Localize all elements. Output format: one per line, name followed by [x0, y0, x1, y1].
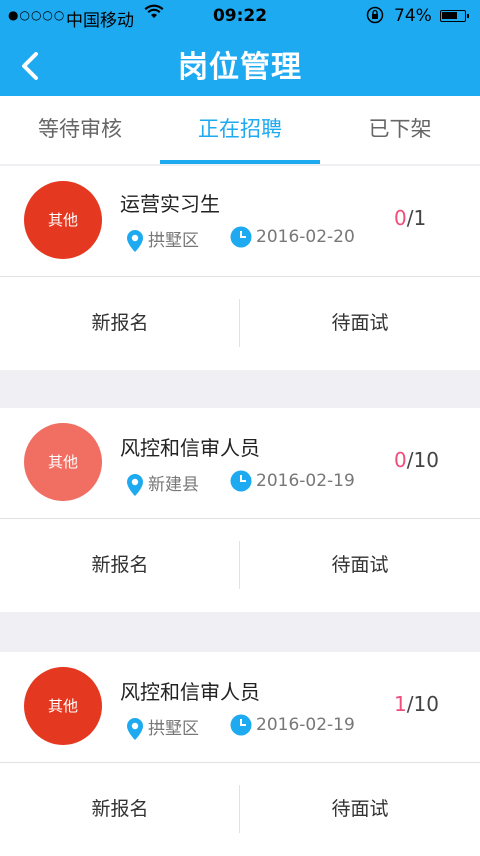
location-pin-icon	[126, 230, 148, 252]
applicant-count: 0/1	[394, 206, 427, 230]
new-applicants-button[interactable]: 新报名	[0, 519, 240, 612]
job-card[interactable]: 其他 运营实习生 拱墅区 2016-02-20 0/1 新报名 待面试	[0, 166, 480, 370]
total-count: 10	[413, 448, 439, 472]
new-applicants-button[interactable]: 新报名	[0, 277, 240, 370]
tab-delisted[interactable]: 已下架	[320, 96, 480, 164]
job-category-badge: 其他	[24, 667, 102, 745]
date-text: 2016-02-19	[256, 715, 355, 735]
date-text: 2016-02-19	[256, 471, 355, 491]
applied-count: 0	[394, 448, 407, 472]
job-title: 运营实习生	[120, 192, 220, 216]
active-tab-indicator	[160, 160, 320, 164]
job-card[interactable]: 其他 风控和信审人员 拱墅区 2016-02-19 1/10 新报名 待面试	[0, 652, 480, 856]
date-text: 2016-02-20	[256, 227, 355, 247]
battery-percent: 74%	[394, 6, 432, 26]
pending-interview-button[interactable]: 待面试	[240, 519, 480, 612]
tab-pending-review[interactable]: 等待审核	[0, 96, 160, 164]
applied-count: 1	[394, 692, 407, 716]
applicant-count: 0/10	[394, 448, 439, 472]
new-applicants-button[interactable]: 新报名	[0, 763, 240, 856]
battery-icon	[440, 10, 469, 22]
pending-interview-button[interactable]: 待面试	[240, 763, 480, 856]
rotation-lock-icon	[366, 6, 384, 28]
job-date: 2016-02-20	[230, 226, 355, 248]
job-card-info[interactable]: 其他 风控和信审人员 新建县 2016-02-19 0/10	[0, 408, 480, 519]
job-date: 2016-02-19	[230, 470, 355, 492]
job-card-actions: 新报名 待面试	[0, 763, 480, 856]
job-date: 2016-02-19	[230, 714, 355, 736]
clock-icon	[230, 226, 256, 248]
job-card-actions: 新报名 待面试	[0, 277, 480, 370]
location-text: 拱墅区	[148, 231, 199, 251]
total-count: 10	[413, 692, 439, 716]
tab-recruiting[interactable]: 正在招聘	[160, 96, 320, 164]
job-card-actions: 新报名 待面试	[0, 519, 480, 612]
job-category-badge: 其他	[24, 423, 102, 501]
tab-bar: 等待审核 正在招聘 已下架	[0, 96, 480, 164]
location-text: 拱墅区	[148, 719, 199, 739]
app-header: ●○○○○ 中国移动 09:22 74% 岗位管理	[0, 0, 480, 96]
location-text: 新建县	[148, 475, 199, 495]
job-location: 拱墅区	[126, 714, 199, 741]
page-title: 岗位管理	[178, 50, 302, 85]
job-card-info[interactable]: 其他 运营实习生 拱墅区 2016-02-20 0/1	[0, 166, 480, 277]
job-card-info[interactable]: 其他 风控和信审人员 拱墅区 2016-02-19 1/10	[0, 652, 480, 763]
location-pin-icon	[126, 718, 148, 740]
job-card[interactable]: 其他 风控和信审人员 新建县 2016-02-19 0/10 新报名 待面试	[0, 408, 480, 612]
total-count: 1	[413, 206, 427, 230]
job-title: 风控和信审人员	[120, 680, 260, 704]
job-location: 新建县	[126, 470, 199, 497]
job-location: 拱墅区	[126, 226, 199, 253]
applicant-count: 1/10	[394, 692, 439, 716]
job-title: 风控和信审人员	[120, 436, 260, 460]
job-category-badge: 其他	[24, 181, 102, 259]
clock-icon	[230, 714, 256, 736]
clock-icon	[230, 470, 256, 492]
status-bar: ●○○○○ 中国移动 09:22 74%	[0, 0, 480, 34]
location-pin-icon	[126, 474, 148, 496]
pending-interview-button[interactable]: 待面试	[240, 277, 480, 370]
applied-count: 0	[394, 206, 407, 230]
